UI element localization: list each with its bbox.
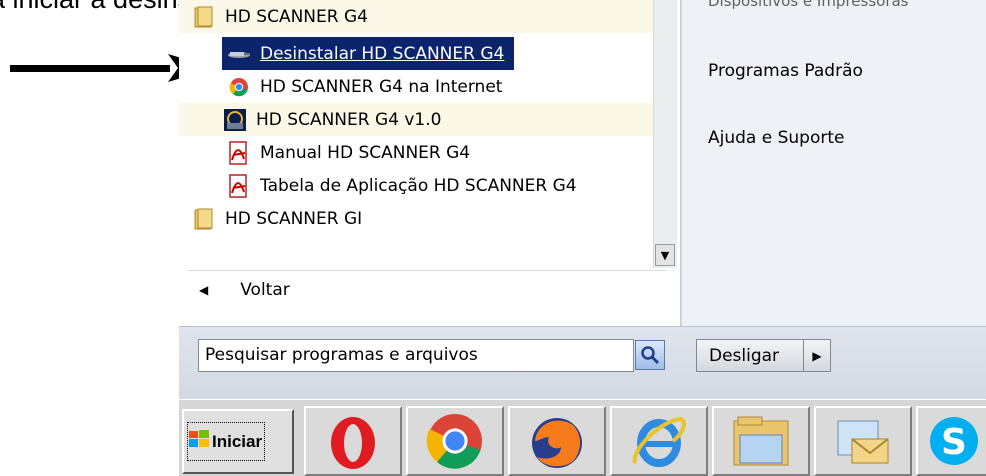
start-label: Iniciar bbox=[212, 431, 263, 451]
back-button[interactable]: ◀ Voltar bbox=[199, 280, 290, 300]
right-pane: Dispositivos e Impressoras Programas Pad… bbox=[681, 0, 986, 326]
help-support-link[interactable]: Ajuda e Suporte bbox=[708, 128, 844, 148]
scroll-down-button[interactable]: ▼ bbox=[655, 244, 675, 266]
program-item-label: Manual HD SCANNER G4 bbox=[260, 142, 471, 163]
programs-pane: HD SCANNER G4 Desinstalar HD SCANNER G4 … bbox=[179, 0, 681, 326]
shutdown-options-button[interactable]: ▶ bbox=[803, 339, 831, 372]
program-item-application-table[interactable]: Tabela de Aplicação HD SCANNER G4 bbox=[222, 169, 642, 202]
divider bbox=[187, 270, 667, 271]
folder-icon bbox=[191, 206, 217, 232]
app-icon bbox=[222, 107, 248, 133]
program-item-web-link[interactable]: HD SCANNER G4 na Internet bbox=[222, 70, 642, 103]
program-item-hd-scanner-gi-folder[interactable]: HD SCANNER GI bbox=[179, 202, 653, 235]
taskbar-firefox[interactable] bbox=[508, 406, 606, 476]
skype-icon: S bbox=[930, 417, 978, 465]
program-list: HD SCANNER G4 Desinstalar HD SCANNER G4 … bbox=[179, 0, 653, 268]
pdf-icon bbox=[226, 173, 252, 199]
shutdown-button[interactable]: Desligar bbox=[696, 339, 804, 372]
file-explorer-icon bbox=[733, 416, 789, 466]
search-input[interactable]: Pesquisar programas e arquivos bbox=[198, 339, 634, 372]
search-icon[interactable] bbox=[635, 340, 665, 370]
taskbar-file-explorer[interactable] bbox=[712, 406, 810, 476]
back-label: Voltar bbox=[240, 280, 290, 300]
program-item-manual[interactable]: Manual HD SCANNER G4 bbox=[222, 136, 642, 169]
folder-icon bbox=[191, 4, 217, 30]
start-menu-bottom-bar: Pesquisar programas e arquivos Desligar … bbox=[179, 326, 986, 400]
back-arrow-icon: ◀ bbox=[199, 283, 209, 297]
uninstall-icon bbox=[226, 41, 252, 67]
devices-printers-link[interactable]: Dispositivos e Impressoras bbox=[708, 0, 909, 10]
taskbar-chrome[interactable] bbox=[406, 406, 504, 476]
taskbar-opera[interactable] bbox=[304, 406, 402, 476]
chrome-icon bbox=[426, 414, 482, 469]
default-programs-link[interactable]: Programas Padrão bbox=[708, 61, 863, 81]
program-item-label: Tabela de Aplicação HD SCANNER G4 bbox=[260, 175, 577, 196]
program-item-label: HD SCANNER G4 na Internet bbox=[260, 76, 503, 97]
program-item-uninstall[interactable]: Desinstalar HD SCANNER G4 bbox=[222, 37, 514, 70]
pdf-icon bbox=[226, 140, 252, 166]
mail-icon bbox=[837, 420, 889, 464]
taskbar-mail[interactable] bbox=[814, 406, 912, 476]
chevron-down-icon: ▼ bbox=[660, 248, 670, 262]
firefox-icon bbox=[532, 418, 582, 468]
chevron-right-icon: ▶ bbox=[812, 348, 822, 363]
taskbar-internet-explorer[interactable] bbox=[610, 406, 708, 476]
internet-explorer-icon bbox=[632, 416, 686, 467]
opera-icon bbox=[331, 417, 375, 469]
program-item-hd-scanner-g4-folder[interactable]: HD SCANNER G4 bbox=[179, 0, 653, 33]
svg-text:S: S bbox=[941, 422, 967, 463]
program-list-scrollbar[interactable]: ▼ bbox=[653, 0, 677, 268]
program-item-label: HD SCANNER GI bbox=[225, 208, 363, 229]
program-item-label: HD SCANNER G4 bbox=[225, 6, 368, 27]
windows-logo-icon bbox=[188, 429, 210, 454]
start-button[interactable]: Iniciar bbox=[182, 409, 294, 474]
program-item-app[interactable]: HD SCANNER G4 v1.0 bbox=[179, 103, 653, 136]
chrome-icon bbox=[226, 74, 252, 100]
taskbar: Iniciar S bbox=[179, 399, 986, 476]
program-item-label: Desinstalar HD SCANNER G4 bbox=[260, 43, 505, 64]
taskbar-skype[interactable]: S bbox=[916, 406, 986, 476]
program-item-label: HD SCANNER G4 v1.0 bbox=[256, 109, 442, 130]
